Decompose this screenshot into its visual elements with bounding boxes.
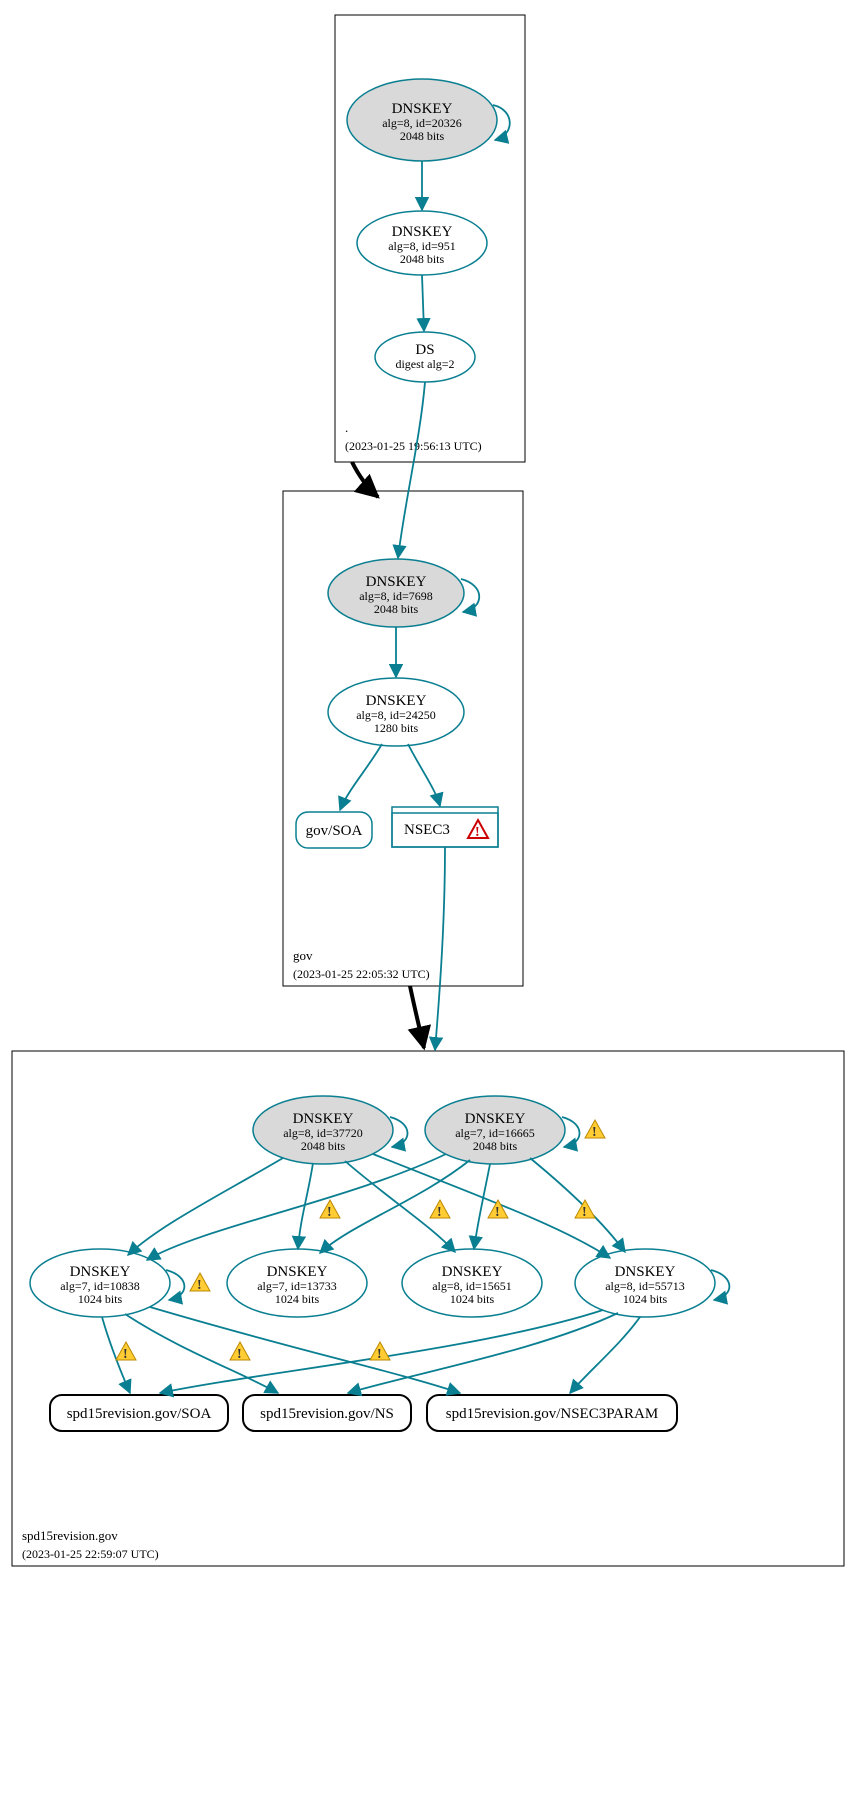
svg-text:spd15revision.gov/NSEC3PARAM: spd15revision.gov/NSEC3PARAM bbox=[446, 1406, 658, 1422]
svg-text:spd15revision.gov/SOA: spd15revision.gov/SOA bbox=[67, 1406, 212, 1422]
zone-root-name: . bbox=[345, 420, 348, 435]
svg-text:!: ! bbox=[437, 1205, 442, 1220]
svg-text:DNSKEY: DNSKEY bbox=[392, 224, 453, 240]
svg-text:!: ! bbox=[582, 1205, 587, 1220]
warning-icon: ! bbox=[370, 1342, 390, 1362]
svg-text:!: ! bbox=[123, 1347, 128, 1362]
svg-text:alg=8, id=20326: alg=8, id=20326 bbox=[382, 116, 462, 130]
svg-text:gov/SOA: gov/SOA bbox=[306, 823, 363, 839]
node-gov-soa[interactable]: gov/SOA bbox=[296, 812, 372, 848]
svg-text:alg=7, id=13733: alg=7, id=13733 bbox=[257, 1279, 337, 1293]
warning-icon: ! bbox=[430, 1200, 450, 1220]
svg-text:2048 bits: 2048 bits bbox=[400, 129, 445, 143]
svg-text:DS: DS bbox=[415, 342, 434, 358]
svg-text:digest alg=2: digest alg=2 bbox=[395, 357, 454, 371]
warning-icon: ! bbox=[488, 1200, 508, 1220]
svg-text:alg=8, id=951: alg=8, id=951 bbox=[388, 239, 456, 253]
zone-leaf-name: spd15revision.gov bbox=[22, 1528, 118, 1543]
node-leaf-z4[interactable]: DNSKEY alg=8, id=55713 1024 bits bbox=[575, 1249, 715, 1317]
svg-text:alg=8, id=7698: alg=8, id=7698 bbox=[359, 589, 433, 603]
node-leaf-z2[interactable]: DNSKEY alg=7, id=13733 1024 bits bbox=[227, 1249, 367, 1317]
svg-text:!: ! bbox=[495, 1205, 500, 1220]
zone-gov: gov (2023-01-25 22:05:32 UTC) DNSKEY alg… bbox=[283, 382, 523, 986]
svg-text:2048 bits: 2048 bits bbox=[301, 1139, 346, 1153]
svg-text:NSEC3: NSEC3 bbox=[404, 822, 450, 838]
svg-text:DNSKEY: DNSKEY bbox=[366, 574, 427, 590]
warning-icon: ! bbox=[190, 1273, 210, 1293]
svg-text:1024 bits: 1024 bits bbox=[78, 1292, 123, 1306]
svg-text:DNSKEY: DNSKEY bbox=[465, 1111, 526, 1127]
svg-text:2048 bits: 2048 bits bbox=[400, 252, 445, 266]
svg-text:alg=8, id=37720: alg=8, id=37720 bbox=[283, 1126, 363, 1140]
node-gov-zsk[interactable]: DNSKEY alg=8, id=24250 1280 bits bbox=[328, 678, 464, 746]
svg-text:2048 bits: 2048 bits bbox=[374, 602, 419, 616]
svg-text:1280 bits: 1280 bits bbox=[374, 721, 419, 735]
dnssec-graph: . (2023-01-25 19:56:13 UTC) DNSKEY alg=8… bbox=[0, 0, 859, 1802]
node-leaf-ksk7[interactable]: DNSKEY alg=7, id=16665 2048 bits bbox=[425, 1096, 565, 1164]
svg-text:!: ! bbox=[475, 825, 480, 840]
svg-text:alg=8, id=15651: alg=8, id=15651 bbox=[432, 1279, 512, 1293]
svg-text:DNSKEY: DNSKEY bbox=[442, 1264, 503, 1280]
node-gov-nsec3[interactable]: NSEC3 ! bbox=[392, 807, 498, 847]
node-root-ksk[interactable]: DNSKEY alg=8, id=20326 2048 bits bbox=[347, 79, 497, 161]
node-root-zsk[interactable]: DNSKEY alg=8, id=951 2048 bits bbox=[357, 211, 487, 275]
svg-text:alg=7, id=10838: alg=7, id=10838 bbox=[60, 1279, 140, 1293]
zone-leaf-ts: (2023-01-25 22:59:07 UTC) bbox=[22, 1547, 159, 1561]
node-leaf-ns[interactable]: spd15revision.gov/NS bbox=[243, 1395, 411, 1431]
warning-icon: ! bbox=[230, 1342, 250, 1362]
svg-text:!: ! bbox=[327, 1205, 332, 1220]
svg-text:DNSKEY: DNSKEY bbox=[615, 1264, 676, 1280]
svg-text:!: ! bbox=[377, 1347, 382, 1362]
svg-text:DNSKEY: DNSKEY bbox=[293, 1111, 354, 1127]
zone-gov-name: gov bbox=[293, 948, 313, 963]
node-leaf-ksk8[interactable]: DNSKEY alg=8, id=37720 2048 bits bbox=[253, 1096, 393, 1164]
svg-text:!: ! bbox=[592, 1125, 597, 1140]
warning-icon: ! bbox=[585, 1120, 605, 1140]
warning-icon: ! bbox=[116, 1342, 136, 1362]
svg-text:alg=8, id=55713: alg=8, id=55713 bbox=[605, 1279, 685, 1293]
node-leaf-soa[interactable]: spd15revision.gov/SOA bbox=[50, 1395, 228, 1431]
zone-leaf: spd15revision.gov (2023-01-25 22:59:07 U… bbox=[12, 847, 844, 1566]
node-gov-ksk[interactable]: DNSKEY alg=8, id=7698 2048 bits bbox=[328, 559, 464, 627]
svg-text:!: ! bbox=[237, 1347, 242, 1362]
svg-text:alg=7, id=16665: alg=7, id=16665 bbox=[455, 1126, 535, 1140]
svg-text:alg=8, id=24250: alg=8, id=24250 bbox=[356, 708, 436, 722]
svg-text:DNSKEY: DNSKEY bbox=[70, 1264, 131, 1280]
svg-text:1024 bits: 1024 bits bbox=[450, 1292, 495, 1306]
zone-gov-ts: (2023-01-25 22:05:32 UTC) bbox=[293, 967, 430, 981]
svg-text:DNSKEY: DNSKEY bbox=[366, 693, 427, 709]
node-root-ds[interactable]: DS digest alg=2 bbox=[375, 332, 475, 382]
svg-text:DNSKEY: DNSKEY bbox=[392, 101, 453, 117]
svg-text:2048 bits: 2048 bits bbox=[473, 1139, 518, 1153]
svg-text:1024 bits: 1024 bits bbox=[275, 1292, 320, 1306]
zone-root: . (2023-01-25 19:56:13 UTC) DNSKEY alg=8… bbox=[335, 15, 525, 462]
svg-text:spd15revision.gov/NS: spd15revision.gov/NS bbox=[260, 1406, 394, 1422]
zone-root-ts: (2023-01-25 19:56:13 UTC) bbox=[345, 439, 482, 453]
svg-text:1024 bits: 1024 bits bbox=[623, 1292, 668, 1306]
svg-text:DNSKEY: DNSKEY bbox=[267, 1264, 328, 1280]
warning-icon: ! bbox=[575, 1200, 595, 1220]
svg-text:!: ! bbox=[197, 1278, 202, 1293]
node-leaf-n3p[interactable]: spd15revision.gov/NSEC3PARAM bbox=[427, 1395, 677, 1431]
warning-icon: ! bbox=[320, 1200, 340, 1220]
node-leaf-z3[interactable]: DNSKEY alg=8, id=15651 1024 bits bbox=[402, 1249, 542, 1317]
